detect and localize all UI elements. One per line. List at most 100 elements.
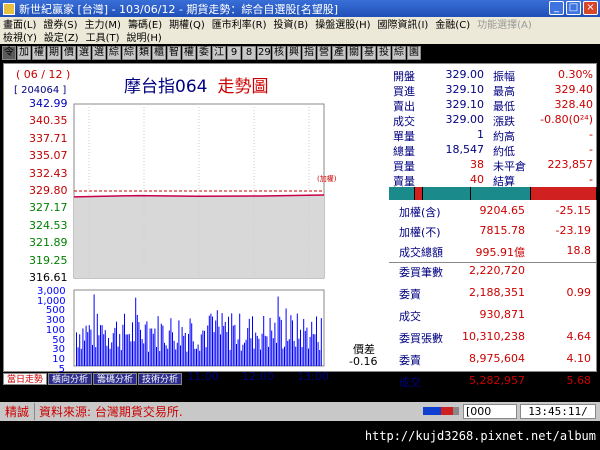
quote-value: 329.10 xyxy=(445,83,485,96)
volume-bar xyxy=(226,331,228,366)
menu-item[interactable]: 金融(C) xyxy=(435,16,470,31)
toolbar-button[interactable]: 29 xyxy=(257,45,271,60)
menu-item[interactable]: 投資(B) xyxy=(274,16,309,31)
order-value: 10,310,238 xyxy=(462,330,525,343)
toolbar-button[interactable]: 權 xyxy=(182,45,196,60)
volume-bar xyxy=(274,322,276,366)
toolbar-button[interactable]: 園 xyxy=(407,45,421,60)
toolbar-button[interactable]: 期 xyxy=(47,45,61,60)
chart-name: 摩台指064 xyxy=(124,77,208,97)
toolbar-button[interactable]: 委 xyxy=(197,45,211,60)
toolbar-button[interactable]: 興 xyxy=(287,45,301,60)
volume-bar xyxy=(143,343,145,366)
time-tick-label: 11:00 xyxy=(187,370,219,383)
toolbar-button[interactable]: 櫃 xyxy=(152,45,166,60)
toolbar-button[interactable]: 綜 xyxy=(392,45,406,60)
quote-label: 開盤 xyxy=(393,70,415,83)
volume-bar xyxy=(156,346,157,366)
volume-bar xyxy=(100,325,101,366)
maximize-button[interactable]: □ xyxy=(566,1,581,15)
analysis-tab[interactable]: 技術分析 xyxy=(138,373,183,385)
toolbar-button[interactable]: 選 xyxy=(77,45,91,60)
volume-bar xyxy=(178,320,180,366)
minimize-button[interactable]: _ xyxy=(549,1,564,15)
analysis-tab[interactable]: 當日走勢 xyxy=(3,373,48,385)
toolbar-button[interactable]: 價 xyxy=(62,45,76,60)
index-value: 7815.78 xyxy=(479,224,526,237)
market-breadth-strip xyxy=(389,187,597,200)
volume-bar xyxy=(117,346,119,366)
toolbar-button[interactable]: 關 xyxy=(347,45,361,60)
volume-bar xyxy=(252,316,253,366)
quote-value: 223,857 xyxy=(547,158,594,171)
toolbar-button[interactable]: 9 xyxy=(227,45,241,60)
chart-window: ( 06 / 12 ) [ 204064 ] 摩台指064 走勢圖 342.99 3… xyxy=(3,63,597,389)
toolbar-button[interactable]: 智 xyxy=(167,45,181,60)
menu-item[interactable]: 國際資訊(I) xyxy=(378,16,429,31)
volume-bar xyxy=(196,348,197,366)
volume-bar xyxy=(88,325,90,366)
index-row: 加權(不) 7815.78 -23.19 xyxy=(389,224,597,244)
volume-bar xyxy=(164,342,165,366)
menu-item[interactable]: 期權(Q) xyxy=(169,16,205,31)
menu-item[interactable]: 說明(H) xyxy=(127,29,162,44)
quote-label: 振幅 xyxy=(493,70,515,83)
analysis-tab[interactable]: 橫向分析 xyxy=(48,373,93,385)
toolbar-button[interactable]: 綜 xyxy=(122,45,136,60)
toolbar-button[interactable]: 類 xyxy=(137,45,151,60)
volume-bar xyxy=(258,338,260,366)
volume-bar xyxy=(95,347,97,366)
index-change: -25.15 xyxy=(555,204,591,217)
toolbar-button[interactable]: 核 xyxy=(272,45,286,60)
order-label: 委買張數 xyxy=(399,332,443,345)
volume-bar xyxy=(303,318,305,366)
toolbar-button[interactable]: 基 xyxy=(362,45,376,60)
order-row: 委買筆數 2,220,720 xyxy=(389,264,597,284)
price-tick-label: 329.80 xyxy=(29,184,68,197)
toolbar-button[interactable]: 權 xyxy=(32,45,46,60)
volume-bar xyxy=(218,326,220,366)
volume-bar xyxy=(152,333,154,366)
menu-item[interactable]: 操盤選股(H) xyxy=(315,16,370,31)
order-label: 成交 xyxy=(399,310,421,323)
volume-bar xyxy=(136,314,138,366)
analysis-tab[interactable]: 籌碼分析 xyxy=(93,373,138,385)
volume-bar xyxy=(77,347,79,366)
quote-row: 賣出 329.10 最低 328.40 xyxy=(389,98,597,114)
volume-bar xyxy=(162,325,164,366)
title-bar: 新世紀贏家 [台灣] - 103/06/12 - 期貨走勢：綜合自選股[名望股]… xyxy=(0,0,600,17)
toolbar-button[interactable]: 投 xyxy=(377,45,391,60)
toolbar-button[interactable]: 營 xyxy=(317,45,331,60)
toolbar-button[interactable]: 綜 xyxy=(107,45,121,60)
volume-bar xyxy=(320,318,322,366)
menu-item[interactable]: 功能選擇(A) xyxy=(477,16,532,31)
toolbar-button[interactable]: 8 xyxy=(242,45,256,60)
price-tick-label: 337.71 xyxy=(29,131,68,145)
toolbar-button[interactable]: 加 xyxy=(17,45,31,60)
menu-item[interactable]: 工具(T) xyxy=(86,29,120,44)
menu-item[interactable]: 匯市利率(R) xyxy=(212,16,267,31)
quote-value: 38 xyxy=(470,158,484,171)
volume-bar xyxy=(76,332,77,366)
volume-bar xyxy=(90,329,92,366)
toolbar-button[interactable]: 選 xyxy=(92,45,106,60)
app-icon xyxy=(3,2,15,15)
status-counter: [000 xyxy=(463,404,517,419)
volume-bar xyxy=(290,315,292,366)
menu-item[interactable]: 檢視(Y) xyxy=(3,29,37,44)
menu-item[interactable]: 設定(Z) xyxy=(44,29,79,44)
data-source: 資料來源: 台灣期貨交易所. xyxy=(39,405,183,419)
order-value: 5,282,957 xyxy=(469,374,525,387)
quote-value: 1 xyxy=(477,128,484,141)
watermark: http://kujd3268.pixnet.net/album xyxy=(364,429,596,443)
toolbar-button[interactable]: 指 xyxy=(302,45,316,60)
volume-bar xyxy=(135,297,137,366)
toolbar-button[interactable]: 產 xyxy=(332,45,346,60)
volume-bar xyxy=(200,334,202,366)
close-button[interactable]: × xyxy=(583,1,598,15)
toolbar-button[interactable]: 令 xyxy=(2,45,16,60)
volume-bar xyxy=(248,318,250,366)
quote-label: 約低 xyxy=(493,145,515,158)
toolbar-button[interactable]: 江 xyxy=(212,45,226,60)
order-ratio: 4.64 xyxy=(566,330,592,343)
